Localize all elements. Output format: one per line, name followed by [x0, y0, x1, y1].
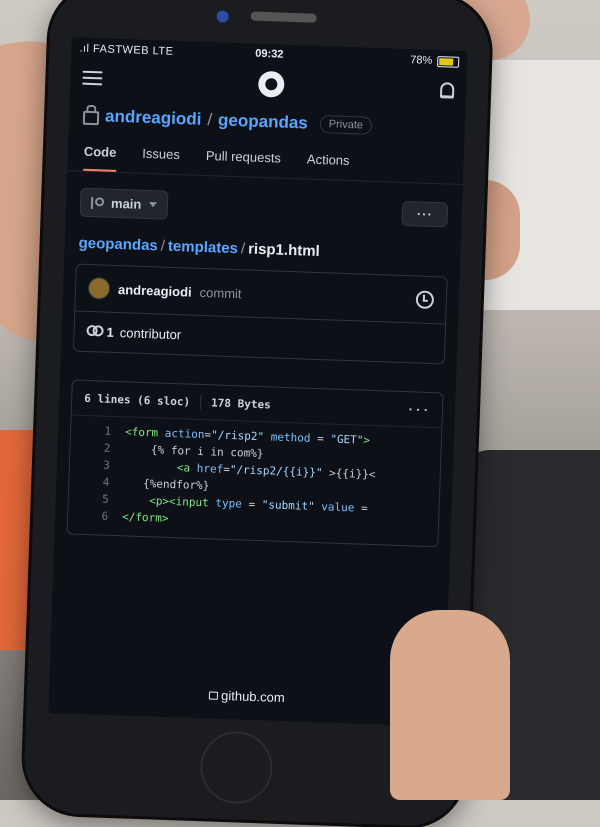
- notification-bell-icon[interactable]: [439, 82, 455, 99]
- chevron-down-icon: [149, 202, 158, 208]
- breadcrumb-file: risp1.html: [247, 240, 321, 261]
- breadcrumb-repo-link[interactable]: geopandas: [78, 235, 158, 255]
- github-logo-icon[interactable]: [257, 70, 285, 98]
- file-more-button[interactable]: ···: [407, 403, 430, 417]
- commit-author[interactable]: andreagiodi: [118, 282, 192, 300]
- code-block: 1 <form action="/risp2" method = "GET"> 2 …: [68, 415, 442, 546]
- line-number: 5: [101, 492, 109, 506]
- people-icon: [86, 326, 100, 336]
- battery-icon: [437, 55, 460, 68]
- branch-label: main: [110, 195, 142, 212]
- tab-code[interactable]: Code: [83, 143, 117, 172]
- breadcrumb-separator: /: [160, 237, 166, 255]
- line-number: 1: [104, 424, 112, 438]
- repo-name-link[interactable]: geopandas: [218, 110, 308, 133]
- branch-select-button[interactable]: main: [79, 187, 169, 220]
- more-options-button[interactable]: ···: [401, 200, 449, 228]
- tab-pull-requests[interactable]: Pull requests: [205, 148, 282, 178]
- file-size: 178 Bytes: [210, 395, 271, 411]
- code-text: </form>: [121, 510, 169, 525]
- contributor-count: 1: [106, 324, 115, 340]
- tab-issues[interactable]: Issues: [142, 146, 180, 174]
- commit-box: andreagiodi commit 1 contributor: [72, 263, 448, 365]
- avatar: [87, 276, 111, 300]
- header-divider: [199, 394, 202, 409]
- line-number: 4: [102, 475, 110, 489]
- line-count: 6 lines (6 sloc): [84, 391, 191, 409]
- file-viewer: 6 lines (6 sloc) 178 Bytes ··· 1 <form ac…: [66, 379, 444, 548]
- lock-icon: [208, 691, 219, 700]
- history-icon[interactable]: [415, 290, 435, 310]
- earpiece-speaker: [250, 11, 317, 23]
- hamburger-menu-icon[interactable]: [82, 70, 103, 86]
- contributor-label: contributor: [119, 325, 182, 343]
- lock-icon: [82, 110, 100, 126]
- repo-separator: /: [207, 110, 213, 130]
- breadcrumb-separator: /: [240, 240, 246, 258]
- visibility-badge: Private: [319, 114, 373, 135]
- git-branch-icon: [90, 196, 104, 209]
- repo-owner-link[interactable]: andreagiodi: [105, 106, 202, 129]
- tab-actions[interactable]: Actions: [306, 152, 350, 180]
- front-camera: [216, 10, 229, 23]
- line-number: 3: [103, 458, 111, 472]
- line-number: 2: [103, 441, 111, 455]
- url-text: github.com: [220, 687, 285, 706]
- battery-fill: [439, 57, 454, 66]
- home-button[interactable]: [199, 730, 274, 805]
- browser-url-bar[interactable]: github.com: [49, 682, 445, 711]
- line-number: 6: [101, 509, 109, 523]
- holding-hand: [390, 610, 510, 800]
- commit-message[interactable]: commit: [199, 284, 408, 306]
- breadcrumb-folder-link[interactable]: templates: [168, 238, 239, 257]
